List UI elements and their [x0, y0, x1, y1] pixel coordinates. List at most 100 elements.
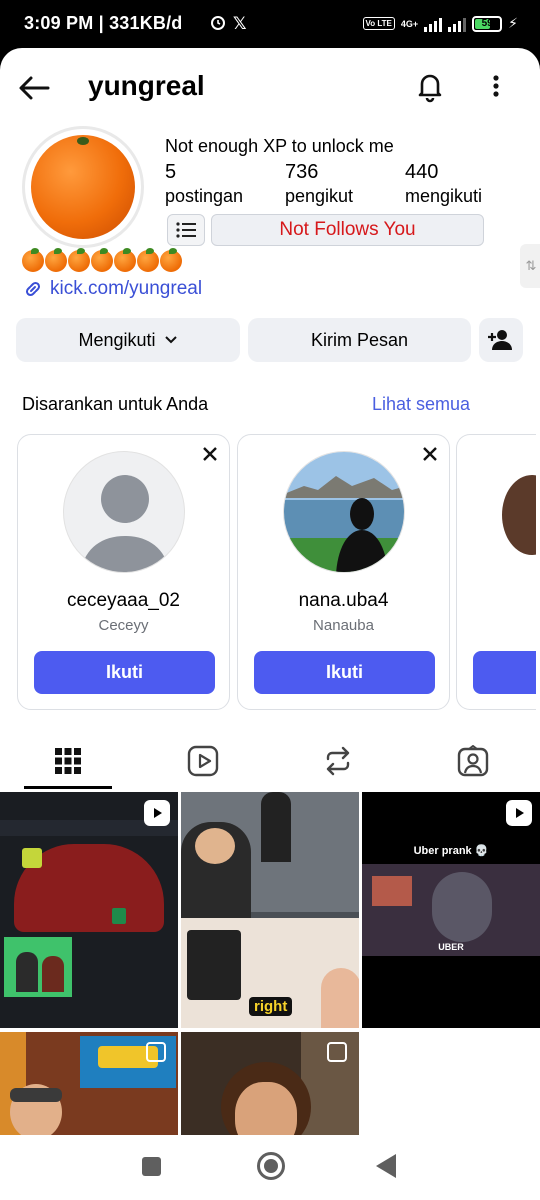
stat-label: postingan [165, 186, 244, 206]
bio-link[interactable]: kick.com/yungreal [22, 278, 202, 300]
suggest-people-button[interactable] [479, 318, 523, 362]
suggestion-name: Ceceyy [98, 617, 149, 634]
video-caption: Uber prank 💀 [413, 845, 489, 857]
link-icon [25, 281, 41, 297]
side-panel-handle[interactable]: ⇅ [520, 244, 540, 288]
x-app-icon: 𝕏 [232, 13, 247, 33]
system-icons: 𝕏 Vo LTE 4G+ 59 ⚡ [209, 13, 518, 34]
orange-emoji [45, 248, 67, 272]
stat-label: mengikuti [405, 186, 483, 206]
bell-icon [418, 74, 442, 103]
reel-badge-icon [506, 800, 532, 826]
profile-screen: yungreal Not enough XP to unlock me 5 po… [0, 48, 540, 1135]
stat-value: 736 [285, 161, 319, 183]
back-button[interactable] [16, 70, 52, 106]
following-label: Mengikuti [78, 329, 156, 350]
following-button[interactable]: Mengikuti [16, 318, 240, 362]
back-nav-button[interactable] [376, 1154, 396, 1178]
reels-icon [187, 745, 218, 777]
video-caption: UBER [438, 942, 464, 952]
suggestion-card[interactable]: ceceyaaa_02 Ceceyy Ikuti [17, 434, 230, 710]
tagged-person-icon [457, 745, 488, 777]
stat-followers[interactable]: 736 pengikut [285, 161, 353, 207]
add-person-icon [488, 330, 512, 350]
suggestion-card[interactable]: nana.uba4 Nanauba Ikuti [237, 434, 450, 710]
list-icon [176, 222, 196, 238]
network-type: 4G+ [400, 18, 419, 29]
follow-button[interactable] [473, 651, 536, 694]
orange-emoji [114, 248, 136, 272]
stat-posts[interactable]: 5 postingan [165, 161, 243, 207]
active-tab-indicator [24, 786, 112, 789]
suggestions-title: Disarankan untuk Anda [22, 394, 209, 414]
suggestion-card-partial[interactable] [456, 434, 536, 710]
dismiss-button[interactable] [201, 445, 219, 463]
lake-photo-avatar [284, 452, 404, 572]
tab-posts-grid[interactable] [0, 734, 135, 788]
suggestion-avatar [63, 451, 185, 573]
orange-avatar-image [31, 135, 135, 239]
empty-grid-cell [362, 1032, 540, 1135]
tab-reels[interactable] [135, 734, 270, 788]
follow-status-badge[interactable]: Not Follows You [211, 214, 484, 246]
dismiss-button[interactable] [421, 445, 439, 463]
suggestion-avatar [283, 451, 405, 573]
video-caption: right [249, 997, 293, 1016]
post-thumbnail[interactable]: right [181, 792, 359, 1028]
close-icon [203, 447, 217, 461]
bio-link-text: kick.com/yungreal [50, 278, 203, 299]
default-avatar-icon [80, 475, 170, 572]
tab-tagged[interactable] [405, 734, 540, 788]
list-menu-button[interactable] [167, 214, 205, 246]
orange-emoji [160, 248, 182, 272]
post-thumbnail[interactable] [0, 1032, 178, 1135]
notifications-button[interactable] [412, 68, 448, 104]
volte-icon: Vo LTE [362, 17, 395, 30]
message-button[interactable]: Kirim Pesan [248, 318, 471, 362]
status-bar: 3:09 PM | 331KB/d 𝕏 Vo LTE 4G+ 59 ⚡ [0, 0, 540, 48]
stat-value: 5 [165, 161, 177, 183]
post-thumbnail[interactable] [181, 1032, 359, 1135]
orange-emoji [68, 248, 90, 272]
alarm-icon [209, 13, 227, 34]
bio-emoji-row [22, 248, 182, 272]
follow-button[interactable]: Ikuti [254, 651, 435, 694]
stat-value: 440 [405, 161, 439, 183]
page-title: yungreal [88, 70, 205, 101]
status-time: 3:09 PM | 331KB/d [24, 13, 183, 33]
home-button[interactable] [257, 1152, 285, 1180]
follow-button[interactable]: Ikuti [34, 651, 215, 694]
see-all-link[interactable]: Lihat semua [372, 394, 470, 415]
more-options-button[interactable] [482, 68, 510, 104]
post-thumbnail[interactable]: Uber prank 💀 UBER [362, 792, 540, 1028]
system-nav-bar [0, 1135, 540, 1200]
posts-grid: right Uber prank 💀 UBER [0, 792, 540, 1135]
post-thumbnail[interactable] [0, 792, 178, 1028]
message-label: Kirim Pesan [310, 329, 409, 350]
stat-label: pengikut [285, 186, 354, 206]
top-bar: yungreal [0, 48, 540, 128]
suggestion-username: nana.uba4 [298, 590, 389, 611]
orange-emoji [137, 248, 159, 272]
repost-icon [326, 746, 349, 776]
reel-badge-icon [144, 800, 170, 826]
suggestion-name: Nanauba [313, 617, 374, 634]
suggestion-avatar [502, 475, 536, 555]
recent-apps-button[interactable] [142, 1157, 161, 1176]
suggestion-username: ceceyaaa_02 [66, 590, 181, 611]
carousel-icon [327, 1042, 347, 1062]
close-icon [423, 447, 437, 461]
orange-emoji [22, 248, 44, 272]
signal-icon [424, 16, 443, 32]
grid-icon [54, 748, 81, 774]
charging-icon: ⚡ [508, 15, 518, 31]
battery-icon: 59 [472, 15, 503, 32]
content-tabs [0, 734, 540, 790]
orange-emoji [91, 248, 113, 272]
profile-avatar[interactable] [22, 126, 144, 248]
tab-reposts[interactable] [270, 734, 405, 788]
carousel-icon [146, 1042, 166, 1062]
stat-following[interactable]: 440 mengikuti [405, 161, 482, 207]
signal-icon-2 [448, 16, 467, 32]
chevron-down-icon [164, 336, 177, 344]
